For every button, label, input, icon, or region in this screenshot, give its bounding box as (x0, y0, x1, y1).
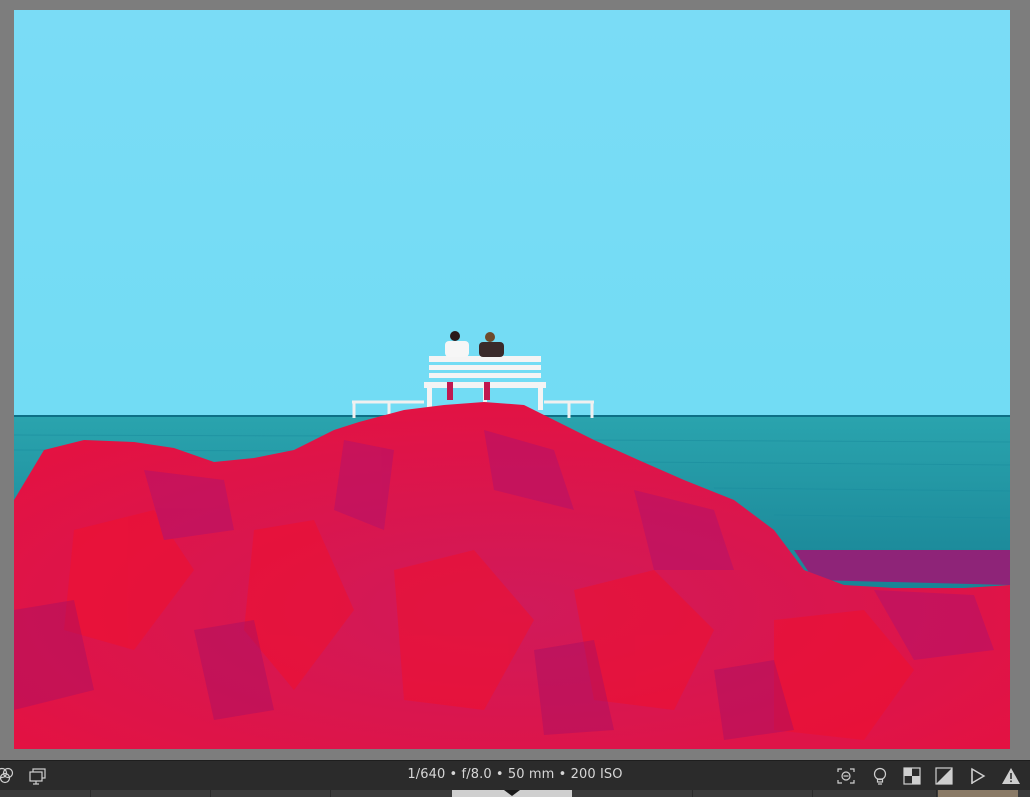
filmstrip (0, 790, 1030, 797)
checkerboard-icon[interactable] (901, 765, 923, 787)
filmstrip-thumbnail[interactable] (210, 790, 331, 797)
focus-mask-icon[interactable] (835, 765, 857, 787)
filmstrip-thumbnail[interactable] (330, 790, 453, 797)
lightbulb-icon[interactable] (869, 765, 891, 787)
main-photo[interactable] (14, 10, 1010, 749)
flag-play-icon[interactable] (967, 765, 989, 787)
sky-region (14, 10, 1010, 416)
filmstrip-thumbnail[interactable] (90, 790, 211, 797)
filmstrip-thumbnail[interactable] (692, 790, 813, 797)
filmstrip-thumbnail[interactable] (572, 790, 693, 797)
filmstrip-thumbnail[interactable] (938, 790, 1018, 797)
warning-icon[interactable] (1000, 765, 1022, 787)
exposure-icon[interactable] (933, 765, 955, 787)
image-viewer (0, 0, 1030, 760)
filmstrip-thumbnail[interactable] (812, 790, 937, 797)
bottom-toolbar: 1/640 • f/8.0 • 50 mm • 200 ISO (0, 760, 1030, 791)
filmstrip-thumbnail[interactable] (0, 790, 91, 797)
active-pointer (504, 790, 520, 796)
